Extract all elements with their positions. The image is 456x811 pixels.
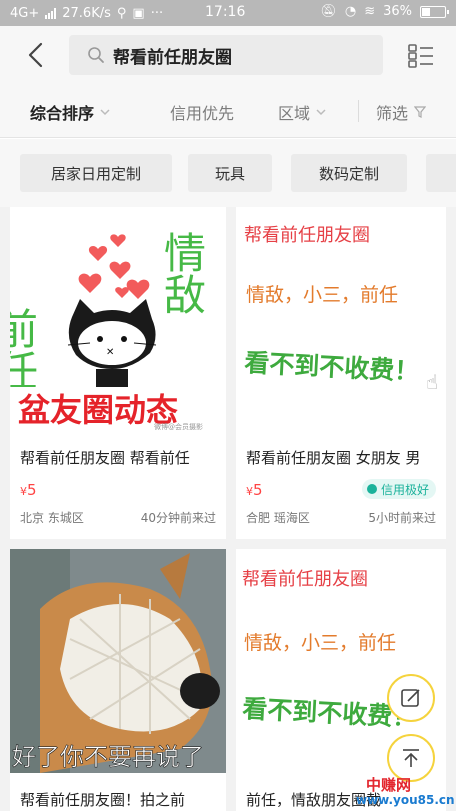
battery-icon (420, 5, 449, 18)
network-speed: 27.6K/s (62, 5, 111, 21)
product-card[interactable]: 好了你不要再说了 帮看前任朋友圈！拍之前 (10, 549, 226, 811)
image-watermark: 微博@会员摄影 (154, 422, 203, 431)
chevron-down-icon (316, 109, 326, 116)
product-image[interactable]: 帮看前任朋友圈 情敌，小三，前任 看不到不收费！ ☝ (236, 207, 446, 431)
usb-icon: ⚲ (116, 5, 127, 21)
site-watermark: 中赚网 (366, 776, 412, 794)
top-bar: 帮看前任朋友圈 (0, 26, 456, 84)
product-price: ¥5 (20, 481, 37, 499)
search-icon (88, 47, 104, 63)
status-left: 4G+ 27.6K/s ⚲ ▣ ··· (10, 6, 163, 21)
product-title[interactable]: 帮看前任朋友圈！拍之前 (20, 789, 220, 810)
status-bar: 4G+ 27.6K/s ⚲ ▣ ··· 17:16 🔕︎ ◔ ≋ 36% (0, 0, 456, 26)
edit-icon (401, 689, 420, 707)
svg-text:✕: ✕ (106, 347, 114, 358)
product-last-seen: 40分钟前来过 (140, 511, 216, 525)
sort-label: 综合排序 (30, 104, 95, 123)
search-input[interactable]: 帮看前任朋友圈 (69, 35, 383, 75)
mute-icon: 🔕︎ (320, 4, 337, 19)
dog-meme-image: 好了你不要再说了 (10, 549, 226, 773)
product-title[interactable]: 帮看前任朋友圈 帮看前任 (20, 447, 220, 468)
price-value: 5 (27, 481, 37, 499)
app-notification-icon: ▣ (132, 5, 145, 21)
cat-meme-image: ✕ 前任 情敌 盆友圈动态 微博@会员摄影 (10, 231, 226, 431)
more-indicator: ··· (150, 5, 164, 21)
sort-label: 区域 (278, 104, 311, 123)
chip-home-custom[interactable]: 居家日用定制 (20, 154, 172, 192)
edit-button[interactable] (387, 674, 435, 722)
credit-icon (366, 484, 377, 494)
product-location: 合肥 瑶海区 (246, 511, 310, 525)
credit-badge: 信用极好 (361, 479, 436, 499)
product-card[interactable]: ✕ 前任 情敌 盆友圈动态 微博@会员摄影 帮看前任朋友圈 帮看前任 ¥5 北京… (10, 207, 226, 539)
hand-icon: ☝ (426, 370, 438, 394)
currency-symbol: ¥ (20, 485, 27, 498)
chip-digital-custom[interactable]: 数码定制 (291, 154, 407, 192)
grid-list-icon[interactable] (408, 43, 434, 69)
credit-badge-label: 信用极好 (380, 482, 429, 497)
scroll-top-icon (403, 749, 419, 767)
sort-divider (358, 100, 359, 122)
product-price: ¥5 (246, 481, 263, 499)
product-title[interactable]: 帮看前任朋友圈 女朋友 男 (246, 447, 446, 468)
price-value: 5 (253, 481, 263, 499)
clock: 17:16 (205, 4, 246, 20)
chip-toys[interactable]: 玩具 (188, 154, 272, 192)
poster-header: 帮看前任朋友圈 (242, 569, 368, 590)
sort-label: 筛选 (376, 104, 409, 123)
site-watermark-url: www.you85.cn (356, 793, 455, 807)
sort-label: 信用优先 (170, 104, 235, 123)
signal-icon (45, 7, 57, 19)
wifi-icon: ≋ (364, 4, 376, 19)
network-type: 4G+ (10, 5, 40, 21)
sort-filter[interactable]: 筛选 (376, 100, 427, 124)
product-grid: ✕ 前任 情敌 盆友圈动态 微博@会员摄影 帮看前任朋友圈 帮看前任 ¥5 北京… (0, 207, 456, 811)
product-location: 北京 东城区 (20, 511, 84, 525)
product-image[interactable]: 好了你不要再说了 (10, 549, 226, 773)
poster-line1: 情敌，小三，前任 (244, 632, 396, 654)
image-text-bottom: 好了你不要再说了 (12, 743, 204, 771)
chevron-down-icon (100, 109, 110, 116)
image-text-right: 情敌 (158, 231, 207, 315)
search-query: 帮看前任朋友圈 (113, 47, 232, 68)
product-image[interactable]: ✕ 前任 情敌 盆友圈动态 微博@会员摄影 (10, 207, 226, 431)
sort-credit[interactable]: 信用优先 (170, 100, 234, 124)
status-right: 🔕︎ ◔ ≋ 36% (320, 4, 449, 19)
poster-image: 帮看前任朋友圈 情敌，小三，前任 看不到不收费！ ☝ (244, 225, 439, 394)
image-text-left: 前任 (10, 307, 39, 391)
product-card[interactable]: 帮看前任朋友圈 情敌，小三，前任 看不到不收费！ ☝ 帮看前任朋友圈 女朋友 男… (236, 207, 446, 539)
back-arrow-icon[interactable] (22, 40, 52, 70)
category-chips: 居家日用定制 玩具 数码定制 (0, 139, 456, 207)
alarm-icon: ◔ (344, 4, 357, 19)
sort-comprehensive[interactable]: 综合排序 (30, 100, 110, 124)
battery-percent: 36% (383, 4, 412, 19)
product-last-seen: 5小时前来过 (368, 511, 436, 525)
poster-header: 帮看前任朋友圈 (244, 225, 370, 246)
filter-icon (414, 106, 427, 118)
currency-symbol: ¥ (246, 485, 253, 498)
chip-more[interactable] (426, 154, 456, 192)
sort-region[interactable]: 区域 (278, 100, 326, 124)
battery-level (422, 7, 430, 16)
poster-line1: 情敌，小三，前任 (246, 284, 398, 306)
sort-bar: 综合排序 信用优先 区域 筛选 (0, 84, 456, 138)
poster-line2: 看不到不收费！ (244, 348, 420, 386)
